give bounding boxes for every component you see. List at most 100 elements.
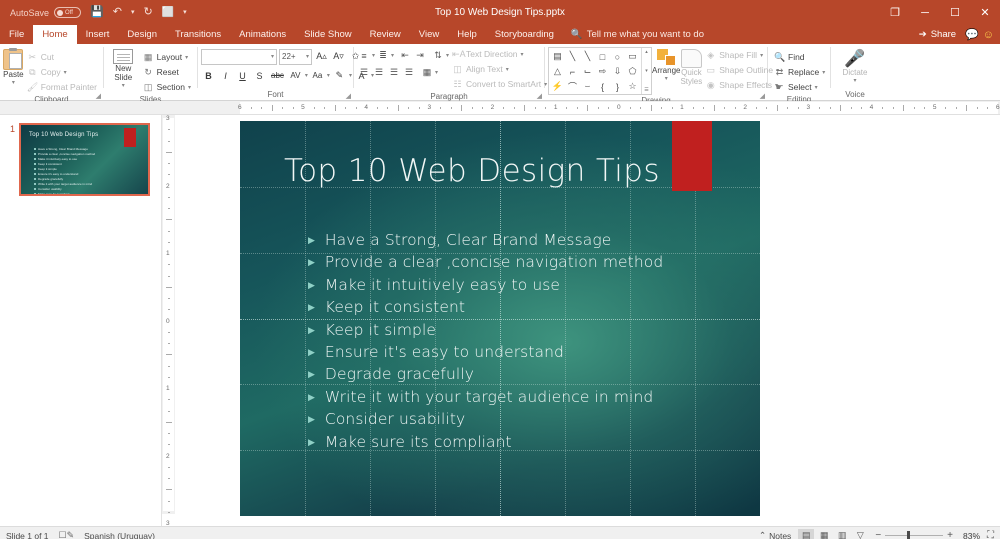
shape-textbox-icon[interactable]: ▤ bbox=[550, 49, 565, 64]
customize-qat-icon[interactable]: ▾ bbox=[183, 9, 187, 16]
shape-connector-icon[interactable]: ⌙ bbox=[580, 64, 595, 79]
save-icon[interactable]: 💾 bbox=[90, 7, 104, 18]
slide-sorter-view-button[interactable]: ▦ bbox=[816, 529, 832, 539]
shape-star-icon[interactable]: ☆ bbox=[625, 79, 640, 94]
horizontal-ruler[interactable]: 6 5 4 3 2 1 0 1 2 3 4 5 6 bbox=[0, 101, 1000, 115]
undo-dropdown-icon[interactable]: ▾ bbox=[131, 9, 135, 16]
vertical-ruler[interactable]: 3 2 1 0 1 2 3 bbox=[162, 115, 175, 527]
shape-line-icon[interactable]: ╲ bbox=[565, 49, 580, 64]
shape-rectangle-icon[interactable]: □ bbox=[595, 49, 610, 64]
text-direction-button[interactable]: ⇤A Text Direction ▾ bbox=[449, 47, 550, 61]
accessibility-icon[interactable]: ☐✎ bbox=[59, 530, 75, 539]
text-shadow-button[interactable]: S bbox=[252, 68, 267, 84]
zoom-in-button[interactable]: + bbox=[947, 530, 953, 539]
tab-insert[interactable]: Insert bbox=[77, 25, 119, 44]
tab-help[interactable]: Help bbox=[448, 25, 486, 44]
tab-home[interactable]: Home bbox=[33, 25, 77, 44]
copy-button[interactable]: ⧉ Copy ▾ bbox=[24, 65, 100, 79]
tab-review[interactable]: Review bbox=[361, 25, 410, 44]
layout-dropdown-icon[interactable]: ▾ bbox=[185, 54, 188, 61]
shape-oval-icon[interactable]: ○ bbox=[610, 49, 625, 64]
align-text-button[interactable]: ◫ Align Text ▾ bbox=[449, 62, 550, 76]
restore-icon[interactable]: ☐ bbox=[940, 0, 970, 25]
feedback-smiley-icon[interactable]: ☺ bbox=[983, 29, 994, 41]
paragraph-dialog-launcher-icon[interactable]: ◢ bbox=[537, 92, 542, 100]
arrange-dropdown-icon[interactable]: ▾ bbox=[665, 75, 668, 84]
font-name-dropdown-icon[interactable]: ▾ bbox=[271, 53, 274, 60]
shape-right-brace-icon[interactable]: } bbox=[610, 79, 625, 94]
layout-button[interactable]: ▦ Layout ▾ bbox=[140, 50, 194, 64]
language-indicator[interactable]: Spanish (Uruguay) bbox=[84, 531, 155, 539]
replace-button[interactable]: ⇄ Replace ▾ bbox=[771, 65, 828, 79]
clipboard-dialog-launcher-icon[interactable]: ◢ bbox=[96, 92, 101, 100]
reading-view-button[interactable]: ▥ bbox=[834, 529, 850, 539]
slide-thumbnail-1[interactable]: Top 10 Web Design Tips Have a Strong, Cl… bbox=[19, 123, 150, 196]
align-left-button[interactable]: ☰ bbox=[357, 65, 371, 80]
shape-freeform-icon[interactable]: ⚡ bbox=[550, 79, 565, 94]
font-name-input[interactable]: ▾ bbox=[201, 48, 277, 65]
paste-button[interactable]: Paste ▾ bbox=[3, 47, 24, 88]
justify-button[interactable]: ☰ bbox=[402, 65, 416, 80]
slide-counter[interactable]: Slide 1 of 1 bbox=[6, 531, 49, 539]
tell-me-search[interactable]: 🔍 Tell me what you want to do bbox=[563, 25, 712, 44]
undo-icon[interactable]: ↶ bbox=[113, 7, 122, 18]
autosave-toggle[interactable]: Off bbox=[54, 7, 82, 18]
zoom-track[interactable] bbox=[885, 531, 944, 539]
columns-button[interactable]: ▦ bbox=[420, 65, 434, 80]
select-dropdown-icon[interactable]: ▾ bbox=[815, 84, 818, 91]
text-highlight-icon[interactable]: ✎ bbox=[332, 68, 347, 84]
ribbon-display-options-icon[interactable]: ❐ bbox=[880, 0, 910, 25]
section-button[interactable]: ◫ Section ▾ bbox=[140, 80, 194, 94]
slide-title[interactable]: Top 10 Web Design Tips bbox=[284, 153, 660, 189]
slide-thumbnail-pane[interactable]: 1 Top 10 Web Design Tips Have a Strong, … bbox=[0, 115, 162, 526]
slide-accent-rect[interactable] bbox=[672, 121, 712, 191]
shapes-gallery[interactable]: ▤ ╲ ╲ □ ○ ▭ △ ⌐ ⌙ ⇨ ⇩ ⬠ ⚡ ⌒ ⌣ { } ☆ ▴ ▾ … bbox=[548, 47, 652, 95]
decrease-indent-button[interactable]: ⇤ bbox=[398, 48, 412, 63]
shapes-gallery-scrollbar[interactable]: ▴ ▾ ☰ bbox=[641, 48, 651, 94]
tab-file[interactable]: File bbox=[0, 25, 33, 44]
thumbnail-row[interactable]: 1 Top 10 Web Design Tips Have a Strong, … bbox=[6, 123, 155, 196]
shape-arc-icon[interactable]: ⌣ bbox=[580, 79, 595, 94]
normal-view-button[interactable]: ▤ bbox=[798, 528, 815, 539]
notes-button[interactable]: ⌃ Notes bbox=[759, 530, 791, 539]
slide-canvas[interactable]: Top 10 Web Design Tips ▶ Have a Strong, C… bbox=[162, 115, 1000, 526]
cut-button[interactable]: ✂ Cut bbox=[24, 50, 100, 64]
start-slideshow-icon[interactable]: ⬜ bbox=[162, 7, 174, 18]
shape-triangle-icon[interactable]: △ bbox=[550, 64, 565, 79]
change-case-dropdown-icon[interactable]: ▾ bbox=[327, 72, 330, 79]
tab-design[interactable]: Design bbox=[118, 25, 166, 44]
paste-dropdown-icon[interactable]: ▾ bbox=[12, 79, 15, 88]
change-case-button[interactable]: Aa bbox=[310, 68, 325, 84]
shape-arrow-icon[interactable]: ╲ bbox=[580, 49, 595, 64]
autosave-control[interactable]: AutoSave Off bbox=[10, 7, 82, 18]
reset-button[interactable]: ↻ Reset bbox=[140, 65, 194, 79]
numbering-dropdown-icon[interactable]: ▾ bbox=[391, 52, 394, 59]
minimize-icon[interactable]: ─ bbox=[910, 0, 940, 25]
slideshow-view-button[interactable]: ▽ bbox=[852, 529, 868, 539]
shape-curve-icon[interactable]: ⌒ bbox=[565, 79, 580, 94]
shape-elbow-icon[interactable]: ⌐ bbox=[565, 64, 580, 79]
arrange-button[interactable]: Arrange ▾ bbox=[652, 47, 680, 84]
shape-arrow-right-icon[interactable]: ⇨ bbox=[595, 64, 610, 79]
bullets-button[interactable]: ≡ bbox=[357, 48, 371, 63]
align-right-button[interactable]: ☰ bbox=[387, 65, 401, 80]
bold-button[interactable]: B bbox=[201, 68, 216, 84]
columns-dropdown-icon[interactable]: ▾ bbox=[435, 69, 438, 76]
slide-editing-surface[interactable]: Top 10 Web Design Tips ▶ Have a Strong, C… bbox=[240, 121, 760, 516]
align-center-button[interactable]: ☰ bbox=[372, 65, 386, 80]
tab-transitions[interactable]: Transitions bbox=[166, 25, 230, 44]
zoom-out-button[interactable]: − bbox=[875, 530, 881, 539]
increase-indent-button[interactable]: ⇥ bbox=[413, 48, 427, 63]
shapes-scroll-down-icon[interactable]: ▾ bbox=[645, 68, 648, 74]
highlight-dropdown-icon[interactable]: ▾ bbox=[349, 72, 352, 79]
close-icon[interactable]: ✕ bbox=[970, 0, 1000, 25]
new-slide-dropdown-icon[interactable]: ▾ bbox=[122, 82, 125, 91]
font-size-input[interactable]: 22+ ▾ bbox=[279, 48, 312, 65]
tab-animations[interactable]: Animations bbox=[230, 25, 295, 44]
select-button[interactable]: ☛ Select ▾ bbox=[771, 80, 828, 94]
character-spacing-button[interactable]: AV bbox=[288, 68, 303, 84]
shapes-more-icon[interactable]: ☰ bbox=[644, 87, 648, 93]
share-button[interactable]: ➔ Share bbox=[914, 25, 961, 44]
font-size-dropdown-icon[interactable]: ▾ bbox=[306, 53, 309, 60]
dictate-button[interactable]: 🎤 Dictate ▾ bbox=[835, 47, 875, 86]
